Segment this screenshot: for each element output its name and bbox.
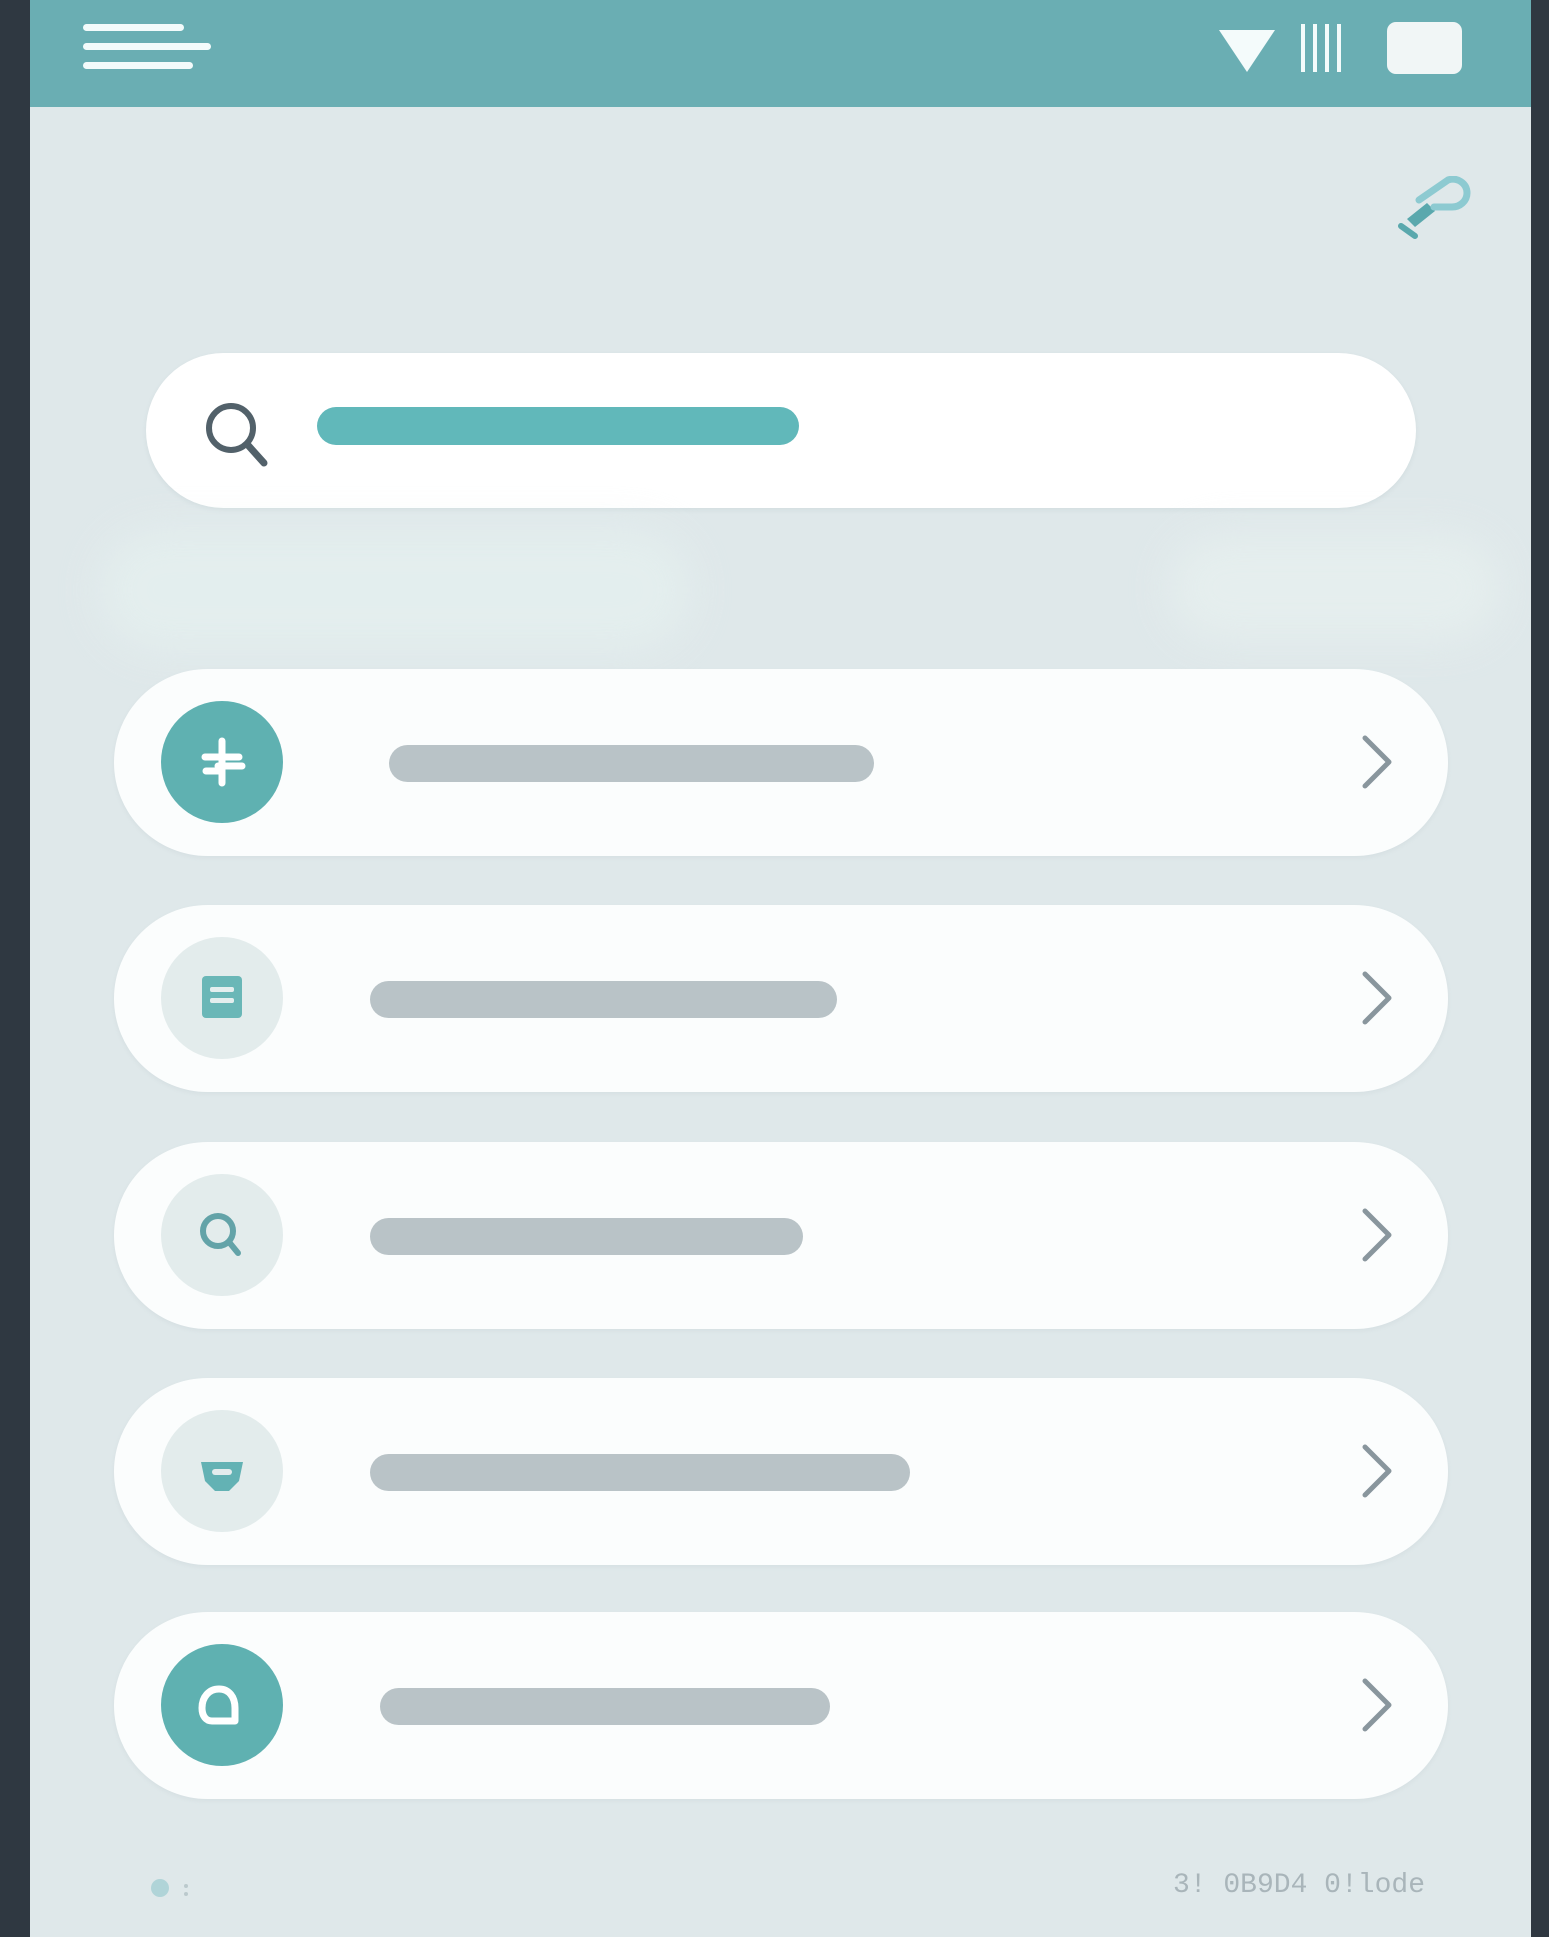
list-item-label	[370, 1218, 803, 1255]
search-icon	[206, 403, 268, 467]
magnifier-icon	[200, 1213, 241, 1256]
search-input[interactable]	[317, 407, 799, 445]
list-item-icon-container	[161, 1410, 283, 1532]
chevron-right-icon	[1362, 1444, 1392, 1498]
list-item-icon-container	[161, 701, 283, 823]
blurred-chip	[100, 530, 690, 650]
chevron-right-icon	[1362, 971, 1392, 1025]
chevron-right-icon	[1362, 1678, 1392, 1732]
list-item-label	[380, 1688, 830, 1725]
letter-a-icon	[198, 1685, 239, 1725]
chevron-right-icon	[1362, 1208, 1392, 1262]
list-item[interactable]	[114, 905, 1448, 1092]
list-item-label	[389, 745, 874, 782]
settings-icon	[151, 1879, 188, 1897]
list-item-icon-container	[161, 1174, 283, 1296]
mobile-screen: 3! 0B9D4 0!lode	[30, 0, 1531, 1937]
search-bar[interactable]	[146, 353, 1416, 508]
pen-tool-icon[interactable]	[1391, 176, 1473, 246]
list-item[interactable]	[114, 1142, 1448, 1329]
wifi-icon	[1219, 30, 1275, 72]
list-item[interactable]	[114, 1378, 1448, 1565]
list-item[interactable]	[114, 669, 1448, 856]
list-item-label	[370, 981, 837, 1018]
footer-text: 3! 0B9D4 0!lode	[1172, 1870, 1425, 1901]
list-item-icon-container	[161, 1644, 283, 1766]
document-icon	[202, 976, 242, 1018]
blurred-chip	[1170, 535, 1500, 640]
list-item-label	[370, 1454, 910, 1491]
list-item-icon-container	[161, 937, 283, 1059]
list-item[interactable]	[114, 1612, 1448, 1799]
mask-icon	[201, 1462, 243, 1491]
battery-icon	[1387, 22, 1462, 74]
top-app-bar	[30, 0, 1531, 107]
signal-icon	[1301, 24, 1349, 72]
plus-icon	[201, 737, 246, 787]
chevron-right-icon	[1362, 735, 1392, 789]
hamburger-menu-icon[interactable]	[83, 24, 211, 69]
